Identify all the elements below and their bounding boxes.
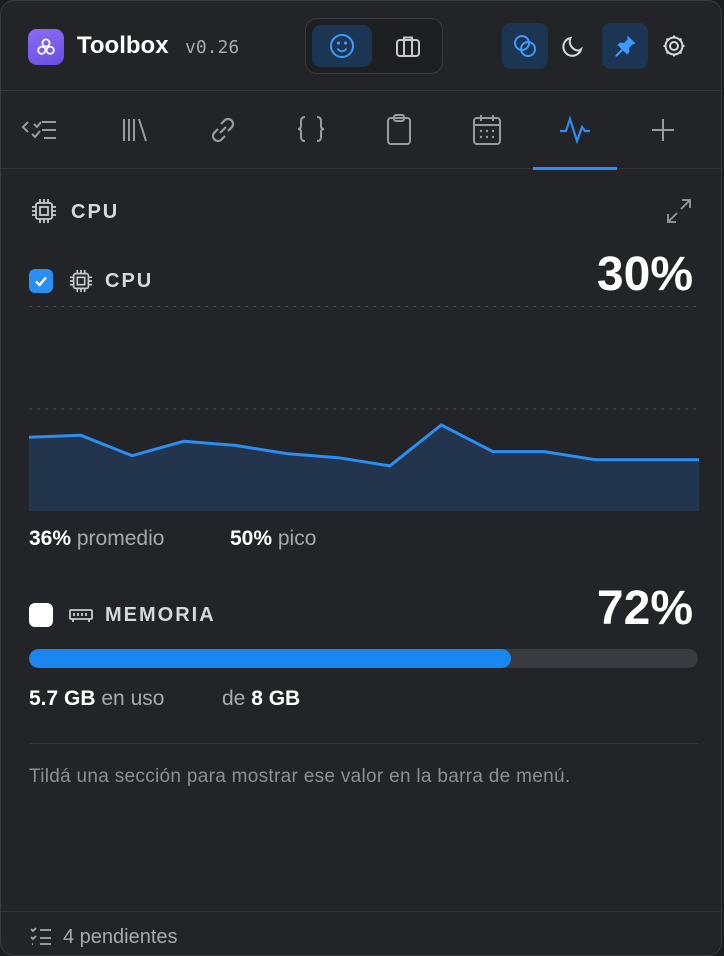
library-icon — [123, 118, 147, 142]
tab-calendar[interactable] — [445, 91, 529, 169]
cpu-section-title: CPU — [71, 201, 120, 223]
plus-icon — [652, 119, 674, 141]
memory-total-prefix: de — [222, 687, 246, 710]
link-icon — [211, 117, 235, 143]
memory-total-value: 8 GB — [251, 687, 301, 710]
menubar-hint: Tildá una sección para mostrar ese valor… — [29, 766, 571, 787]
mode-personal-button[interactable] — [312, 25, 372, 67]
memory-module-icon — [69, 609, 93, 622]
cpu-peak: 50% pico — [230, 527, 316, 551]
cpu-chip-icon — [32, 199, 56, 223]
app-version: v0.26 — [185, 37, 240, 58]
tab-library[interactable] — [93, 91, 177, 169]
overlay-toggle-button[interactable] — [502, 23, 548, 69]
mode-work-button[interactable] — [378, 25, 438, 67]
cpu-history-area — [29, 424, 699, 511]
checkmark-icon — [35, 276, 47, 287]
toolbox-window: Toolbox v0.26 CPU CPU 30% 36% promedio 5… — [0, 0, 722, 956]
cpu-row-label: CPU — [105, 270, 154, 292]
memory-progress-bar — [29, 649, 698, 668]
memory-menubar-checkbox[interactable] — [29, 603, 53, 627]
settings-button[interactable] — [651, 23, 697, 69]
clipboard-icon — [387, 114, 411, 145]
calendar-icon — [473, 115, 501, 145]
memory-used-value: 5.7 GB — [29, 687, 96, 710]
memory-used: 5.7 GB en uso — [29, 687, 164, 711]
cpu-average-value: 36% — [29, 527, 72, 550]
pulse-icon — [560, 115, 590, 145]
tab-links[interactable] — [181, 91, 265, 169]
app-logo-icon — [28, 29, 64, 65]
memory-label: MEMORIA — [105, 604, 216, 626]
pin-icon — [615, 35, 636, 57]
cpu-average-label: promedio — [76, 527, 165, 550]
checklist-icon — [30, 927, 51, 945]
memory-total: de 8 GB — [222, 687, 300, 711]
tab-snippets[interactable] — [269, 91, 353, 169]
tab-bar — [1, 91, 721, 170]
memory-value: 72% — [596, 582, 693, 635]
memory-used-label: en uso — [101, 687, 165, 710]
divider — [29, 743, 698, 744]
mode-switcher — [305, 18, 443, 74]
checklist-icon — [21, 121, 56, 139]
cpu-chip-icon — [69, 269, 93, 293]
moon-icon — [562, 36, 583, 57]
cpu-menubar-checkbox[interactable] — [29, 269, 53, 293]
header: Toolbox v0.26 — [1, 1, 721, 91]
tab-system-monitor[interactable] — [533, 91, 617, 170]
smiley-icon — [330, 34, 354, 58]
cpu-average: 36% promedio — [29, 527, 164, 551]
cpu-history-chart — [29, 306, 699, 511]
tab-clipboard[interactable] — [357, 91, 441, 169]
footer: 4 pendientes — [1, 911, 721, 955]
cpu-value: 30% — [596, 248, 693, 301]
braces-icon — [297, 116, 325, 142]
cpu-peak-value: 50% — [230, 527, 273, 550]
expand-icon[interactable] — [665, 197, 693, 225]
tab-add[interactable] — [621, 91, 705, 169]
dark-mode-button[interactable] — [550, 23, 596, 69]
overlap-circles-icon — [514, 35, 536, 57]
gear-icon — [663, 35, 685, 57]
briefcase-icon — [396, 36, 420, 57]
pending-count[interactable]: 4 pendientes — [63, 926, 178, 949]
pin-button[interactable] — [602, 23, 648, 69]
cpu-peak-label: pico — [277, 527, 317, 550]
tab-checklist[interactable] — [1, 91, 85, 169]
memory-progress-fill — [29, 649, 511, 668]
app-name: Toolbox — [77, 32, 169, 59]
